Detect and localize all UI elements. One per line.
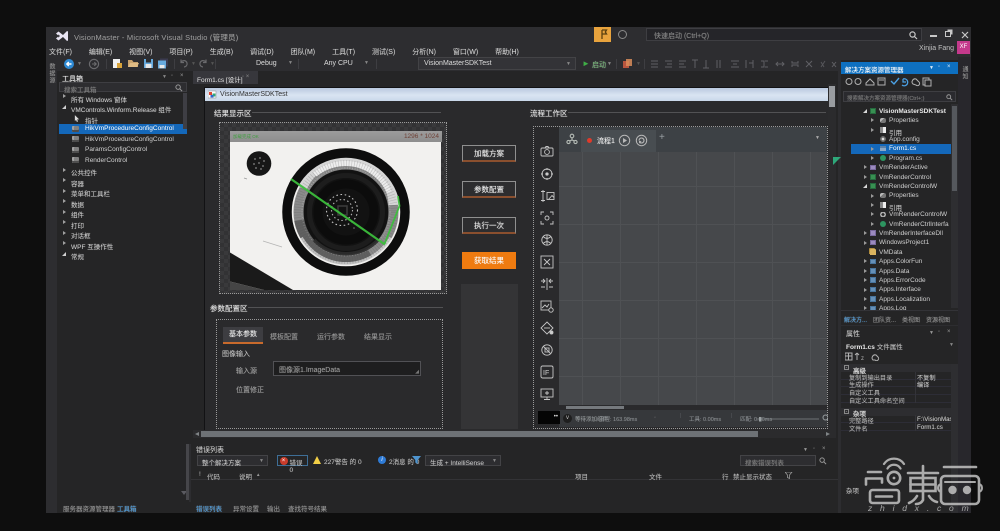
svg-text:zhidx.com: zhidx.com (867, 503, 976, 513)
svg-text:IF: IF (543, 370, 549, 377)
svg-text:z: z (861, 356, 864, 361)
